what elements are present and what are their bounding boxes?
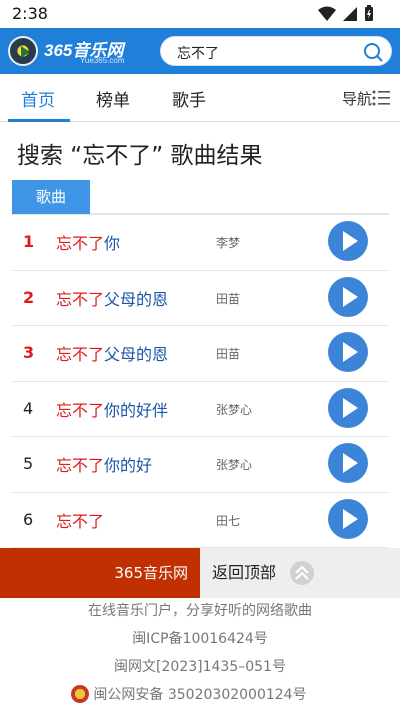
play-icon[interactable]: [328, 498, 368, 539]
site-footer: 在线音乐门户，分享好听的网络歌曲 闽ICP备10016424号 闽网文[2023…: [0, 600, 400, 711]
song-artist[interactable]: 田七: [216, 512, 240, 529]
search-icon[interactable]: [363, 42, 383, 62]
song-title[interactable]: 忘不了父母的恩: [56, 286, 168, 310]
menu-icon[interactable]: [372, 89, 390, 107]
site-logo[interactable]: 365音乐网 Yue365.com: [8, 34, 138, 68]
list-item[interactable]: 6 忘不了 田七: [12, 493, 389, 548]
footer-icp[interactable]: 闽ICP备10016424号: [0, 628, 400, 656]
song-title[interactable]: 忘不了: [56, 508, 104, 532]
title-highlight: 忘不了: [56, 289, 105, 309]
status-bar: 2:38: [0, 0, 400, 28]
search-input[interactable]: 忘不了: [160, 36, 392, 66]
signal-icon: [343, 6, 357, 21]
tab-songs[interactable]: 歌曲: [12, 180, 90, 214]
title-rest: 父母的恩: [104, 289, 169, 309]
status-time: 2:38: [12, 4, 48, 23]
title-highlight: 忘不了: [56, 456, 105, 475]
title-highlight: 忘不了: [56, 511, 105, 531]
list-item[interactable]: 2 忘不了父母的恩 田苗: [12, 271, 389, 326]
main-nav: 首页 榜单 歌手 导航: [0, 74, 400, 122]
logo-subtext: Yue365.com: [80, 56, 125, 65]
search-value: 忘不了: [177, 46, 219, 62]
app-header: 365音乐网 Yue365.com 忘不了: [0, 28, 400, 74]
song-title[interactable]: 忘不了你的好伴: [56, 397, 168, 421]
song-title[interactable]: 忘不了你: [56, 230, 120, 254]
back-to-top-icon[interactable]: [289, 560, 315, 586]
logo-disc-icon: [8, 36, 38, 66]
song-rank: 4: [23, 398, 34, 418]
title-rest: 父母的恩: [104, 345, 169, 364]
tab-artists[interactable]: 歌手: [172, 86, 206, 111]
title-highlight: 忘不了: [56, 234, 105, 253]
tab-home[interactable]: 首页: [21, 86, 55, 111]
title-rest: 你的好: [104, 456, 153, 475]
bottom-action-bar: 365音乐网 返回顶部: [0, 548, 400, 598]
song-rank: 2: [23, 287, 35, 307]
battery-icon: [365, 5, 373, 21]
footer-tagline: 在线音乐门户，分享好听的网络歌曲: [88, 603, 312, 619]
title-highlight: 忘不了: [56, 345, 105, 364]
song-rank: 6: [23, 509, 34, 529]
song-title[interactable]: 忘不了父母的恩: [56, 341, 168, 365]
song-artist[interactable]: 田苗: [216, 290, 240, 307]
play-icon[interactable]: [328, 332, 368, 372]
list-item[interactable]: 5 忘不了你的好 张梦心: [12, 437, 389, 493]
wifi-icon: [318, 6, 336, 21]
footer-police-text: 闽公网安备 35020302000124号: [93, 687, 307, 703]
song-rank: 5: [23, 454, 34, 473]
song-list: 1 忘不了你 李梦 2 忘不了父母的恩 田苗 3 忘不了父母的恩 田苗 4 忘不…: [12, 215, 389, 548]
play-icon[interactable]: [328, 387, 368, 428]
active-tab-indicator: [8, 119, 70, 122]
song-rank: 3: [23, 343, 35, 362]
status-icons: [318, 5, 374, 22]
list-item[interactable]: 1 忘不了你 李梦: [12, 215, 389, 271]
category-tabs: 歌曲: [12, 180, 389, 215]
song-artist[interactable]: 张梦心: [216, 401, 252, 418]
song-artist[interactable]: 田苗: [216, 345, 240, 362]
guide-button[interactable]: 导航: [342, 88, 372, 109]
page-title: 搜索 “忘不了” 歌曲结果: [17, 143, 263, 169]
play-icon[interactable]: [328, 443, 368, 483]
footer-police-record[interactable]: 闽公网安备 35020302000124号: [71, 684, 307, 706]
police-badge-icon: [71, 685, 90, 703]
song-artist[interactable]: 李梦: [216, 234, 240, 251]
title-highlight: 忘不了: [56, 400, 105, 420]
footer-license: 闽网文[2023]1435–051号: [114, 659, 286, 675]
list-item[interactable]: 3 忘不了父母的恩 田苗: [12, 326, 389, 382]
play-icon[interactable]: [328, 276, 368, 317]
song-artist[interactable]: 张梦心: [216, 456, 252, 473]
site-home-button[interactable]: 365音乐网: [0, 548, 200, 598]
song-title[interactable]: 忘不了你的好: [56, 452, 152, 476]
title-rest: 你: [104, 234, 121, 253]
play-icon[interactable]: [328, 221, 368, 261]
title-rest: 你的好伴: [104, 400, 169, 420]
list-item[interactable]: 4 忘不了你的好伴 张梦心: [12, 382, 389, 437]
song-rank: 1: [23, 232, 35, 251]
tab-charts[interactable]: 榜单: [96, 86, 130, 111]
